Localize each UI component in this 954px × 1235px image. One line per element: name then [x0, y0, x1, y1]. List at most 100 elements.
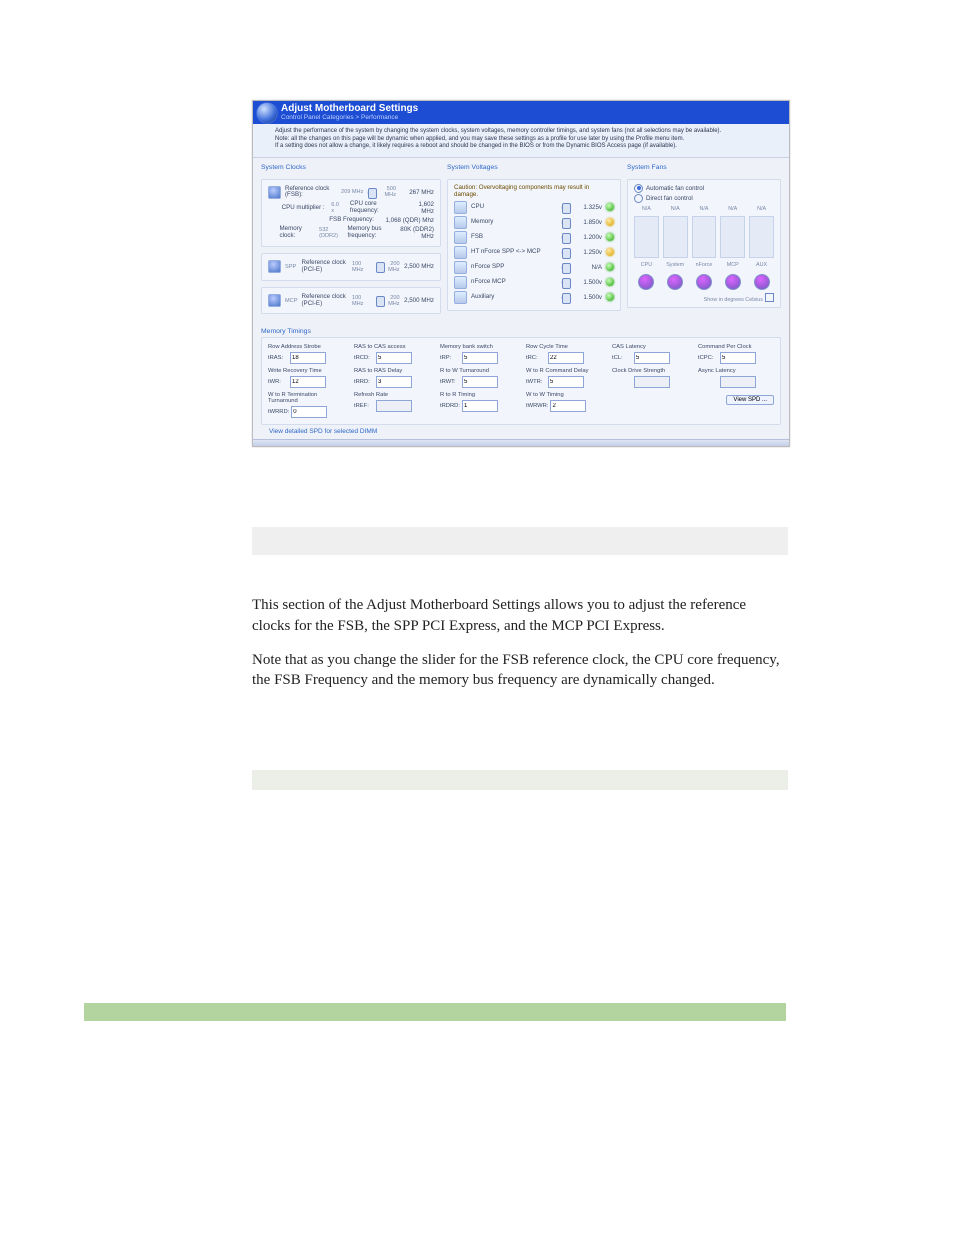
fsb-label: Reference clock (FSB):: [285, 186, 337, 200]
timing-input[interactable]: [548, 352, 584, 364]
timing-abbr: tWTR:: [526, 379, 546, 385]
timing-abbr: tRCD:: [354, 355, 374, 361]
timing-cell: RAS to RAS DelaytRRD:: [354, 368, 430, 388]
voltage-row: Auxiliary1.500v: [454, 291, 614, 304]
view-spd-button[interactable]: View SPD ...: [726, 395, 774, 405]
timing-input[interactable]: [550, 400, 586, 412]
timing-input[interactable]: [290, 352, 326, 364]
fan-celsius-toggle[interactable]: Show in degrees Celsius: [634, 293, 774, 303]
view-spd-link[interactable]: View detailed SPD for selected DIMM: [269, 428, 377, 435]
fan-na-label: N/A: [692, 206, 717, 212]
fan-icon: [725, 274, 741, 290]
timing-input[interactable]: [376, 352, 412, 364]
mem-bus-val: 80K (DDR2) MHz: [396, 226, 434, 240]
fan-bar[interactable]: [634, 216, 659, 258]
fan-bar[interactable]: [749, 216, 774, 258]
timing-input: [720, 376, 756, 388]
status-led: [606, 278, 614, 286]
timing-title: RAS to CAS access: [354, 344, 430, 350]
timing-input[interactable]: [548, 376, 584, 388]
timing-input[interactable]: [290, 376, 326, 388]
timings-grid: Row Address StrobetRAS: RAS to CAS access…: [261, 337, 781, 425]
fan-icon: [696, 274, 712, 290]
fan-col-label: System: [663, 262, 688, 268]
desc-line: If a setting does not allow a change, it…: [275, 143, 781, 151]
timing-cell: Row Address StrobetRAS:: [268, 344, 344, 364]
voltage-slider[interactable]: [561, 251, 568, 254]
timing-title: Memory bank switch: [440, 344, 516, 350]
voltage-slider[interactable]: [561, 206, 568, 209]
voltage-value: 1.325v: [572, 204, 602, 211]
fsb-freq-label: FSB Frequency:: [329, 217, 374, 224]
fan-bar[interactable]: [720, 216, 745, 258]
fan-bar[interactable]: [663, 216, 688, 258]
voltage-name: FSB: [471, 234, 557, 241]
breadcrumb: Control Panel Categories > Performance: [281, 114, 781, 121]
fan-icon: [638, 274, 654, 290]
voltage-icon: [454, 276, 467, 289]
spp-section: SPP Reference clock (PCI-E) 100 MHz 200 …: [261, 253, 441, 281]
voltage-slider[interactable]: [561, 236, 568, 239]
timing-cell: W to R Termination Turnaround tWRRD:: [268, 392, 344, 418]
timing-input[interactable]: [462, 352, 498, 364]
timing-title: Row Address Strobe: [268, 344, 344, 350]
voltage-row: Memory1.850v: [454, 216, 614, 229]
mcp-section: MCP Reference clock (PCI-E) 100 MHz 200 …: [261, 287, 441, 315]
voltage-slider[interactable]: [561, 281, 568, 284]
voltage-icon: [454, 216, 467, 229]
spp-tag: SPP: [285, 264, 298, 270]
mcp-mhz: 2,500 MHz: [404, 297, 434, 304]
timing-title: Row Cycle Time: [526, 344, 602, 350]
voltage-row: HT nForce SPP <-> MCP1.250v: [454, 246, 614, 259]
voltage-slider[interactable]: [561, 266, 568, 269]
timing-input[interactable]: [376, 376, 412, 388]
fan-bar[interactable]: [692, 216, 717, 258]
voltage-name: Auxiliary: [471, 294, 557, 301]
fan-auto-radio[interactable]: Automatic fan control: [634, 184, 774, 193]
timing-title: Command Per Clock: [698, 344, 774, 350]
desc-line: Adjust the performance of the system by …: [275, 128, 781, 136]
voltage-slider[interactable]: [561, 296, 568, 299]
timing-abbr: tWRWR:: [526, 403, 548, 409]
timing-title: W to R Termination Turnaround: [268, 392, 344, 404]
mcp-tag: MCP: [285, 298, 298, 304]
timing-abbr: tWRRD:: [268, 409, 289, 415]
timing-title: Clock Drive Strength: [612, 368, 688, 374]
voltage-name: HT nForce SPP <-> MCP: [471, 249, 557, 256]
timing-abbr: tRDRD:: [440, 403, 460, 409]
timing-title: Async Latency: [698, 368, 774, 374]
clocks-section: Reference clock (FSB): 209 MHz 500 MHz 2…: [261, 179, 441, 248]
timing-cell: R to W TurnaroundtRWT:: [440, 368, 516, 388]
timing-cell: View SPD ...: [698, 392, 774, 418]
timing-input: [634, 376, 670, 388]
timing-input[interactable]: [462, 376, 498, 388]
body-text: This section of the Adjust Motherboard S…: [252, 595, 788, 690]
timing-abbr: tREF:: [354, 403, 374, 409]
timing-title: Refresh Rate: [354, 392, 430, 398]
voltage-value: 1.200v: [572, 234, 602, 241]
voltage-value: 1.850v: [572, 219, 602, 226]
timing-cell: Command Per ClocktCPC:: [698, 344, 774, 364]
timing-title: CAS Latency: [612, 344, 688, 350]
section-heading-timings: Memory Timings: [261, 328, 781, 335]
timing-input[interactable]: [634, 352, 670, 364]
fsb-slider[interactable]: [367, 191, 370, 194]
timing-cell: W to W TimingtWRWR:: [526, 392, 602, 418]
timing-input[interactable]: [462, 400, 498, 412]
timing-cell: Clock Drive Strength: [612, 368, 688, 388]
voltage-slider[interactable]: [561, 221, 568, 224]
timing-cell: Row Cycle TimetRC:: [526, 344, 602, 364]
timing-title: W to R Command Delay: [526, 368, 602, 374]
fsb-max: 500 MHz: [374, 186, 396, 198]
fan-direct-radio[interactable]: Direct fan control: [634, 194, 774, 203]
mem-clk-label: Memory clock:: [280, 226, 316, 240]
timing-abbr: tRP:: [440, 355, 460, 361]
timing-input[interactable]: [720, 352, 756, 364]
spp-label: Reference clock (PCI-E): [302, 260, 348, 274]
fsb-value: 209 MHz: [341, 189, 363, 195]
timing-abbr: tWR:: [268, 379, 288, 385]
cpu-core-label: CPU core frequency:: [350, 201, 400, 215]
voltage-name: CPU: [471, 204, 557, 211]
fan-col-label: nForce: [692, 262, 717, 268]
timing-input[interactable]: [291, 406, 327, 418]
